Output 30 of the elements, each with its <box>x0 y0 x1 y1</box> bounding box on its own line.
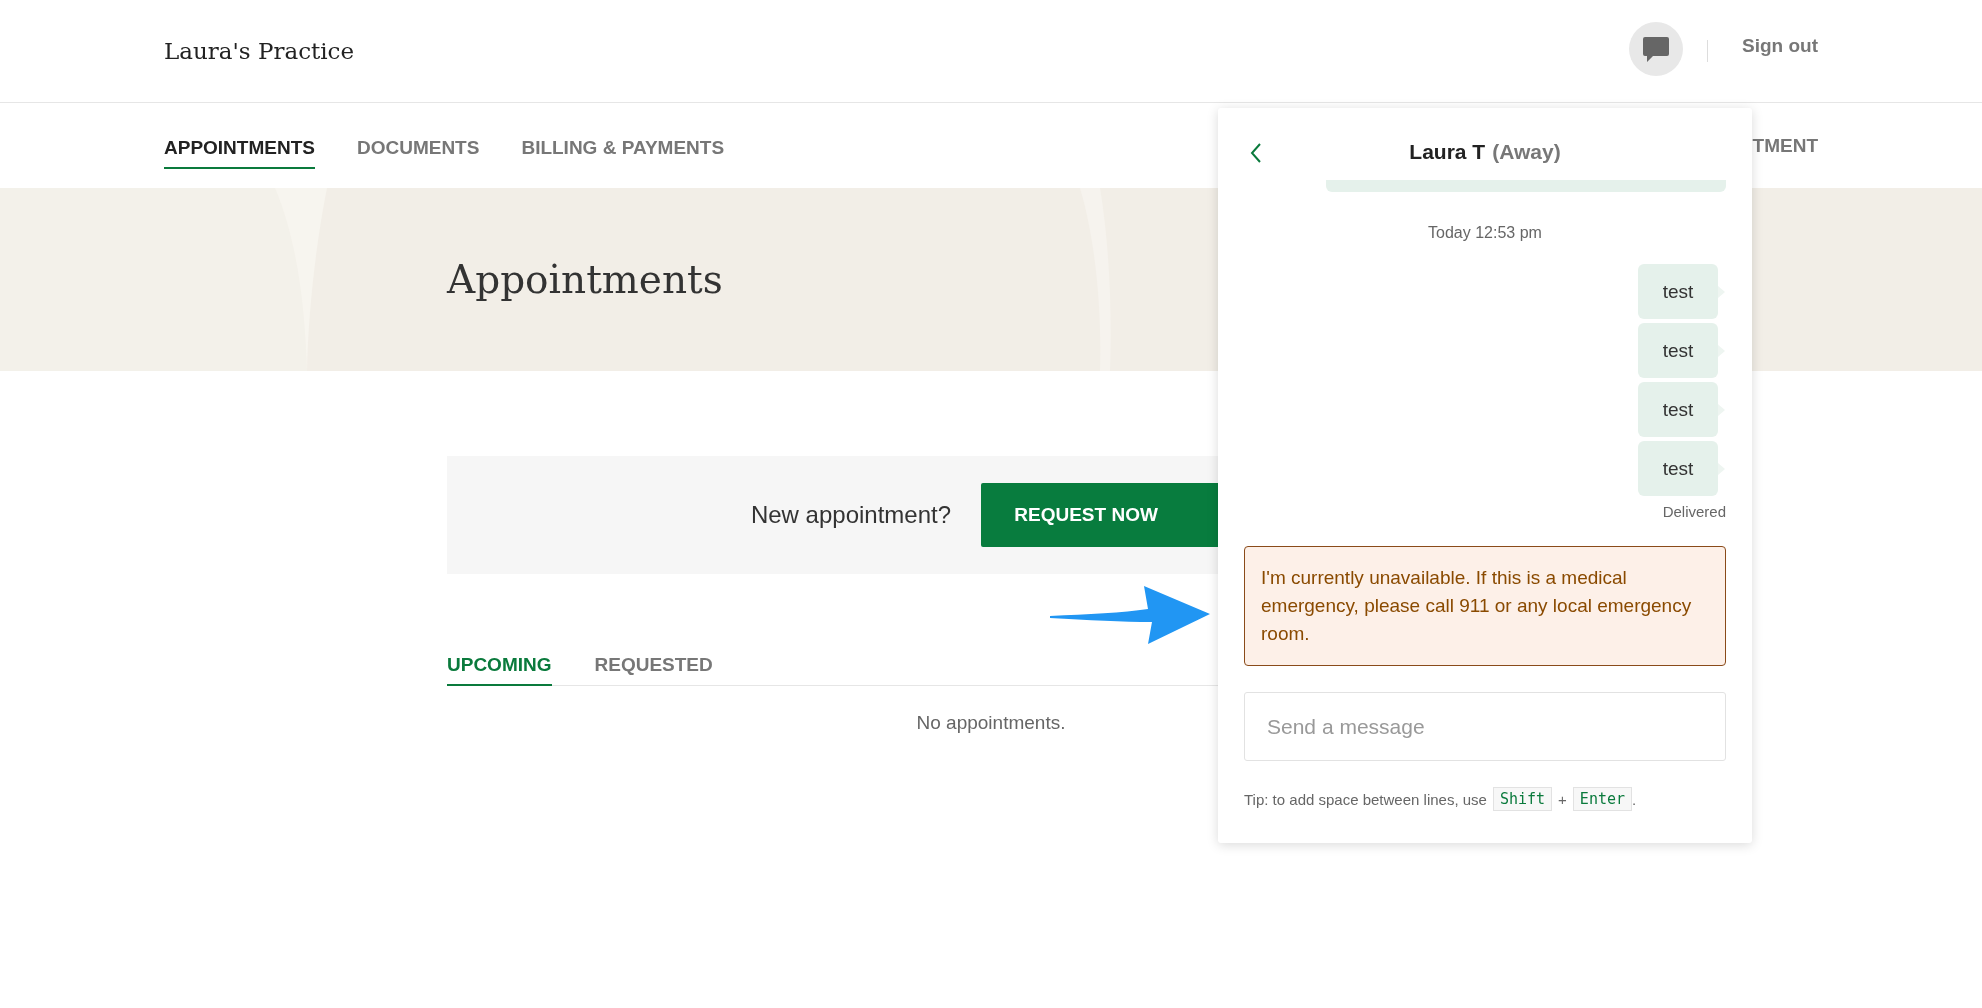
chat-button[interactable] <box>1629 22 1683 76</box>
nav-tab[interactable]: TMENT <box>1752 134 1818 157</box>
filter-tab[interactable]: UPCOMING <box>447 644 552 686</box>
practice-logo: Laura's Practice <box>164 38 355 64</box>
bubble-tail <box>1718 286 1726 298</box>
delivery-status: Delivered <box>1661 503 1726 520</box>
page-title: Appointments <box>447 257 723 302</box>
bubble-tail <box>1718 345 1726 357</box>
key-hint: Shift <box>1492 787 1553 811</box>
plus-sign: + <box>1558 790 1567 808</box>
tip-text: Tip: to add space between lines, use <box>1244 790 1487 808</box>
message-input[interactable]: Send a message <box>1244 692 1726 761</box>
back-button[interactable] <box>1250 143 1262 163</box>
bubble-tail <box>1718 404 1726 416</box>
contact-status: (Away) <box>1492 140 1561 164</box>
contact-name: Laura T <box>1409 140 1486 164</box>
message-timestamp: Today 12:53 pm <box>1427 224 1543 242</box>
speech-bubble-icon <box>1642 35 1670 63</box>
tip-period: . <box>1632 790 1637 808</box>
nav-tab[interactable]: APPOINTMENTS <box>164 126 315 169</box>
empty-message: No appointments. <box>916 712 1066 734</box>
nav-tab[interactable]: DOCUMENTS <box>356 126 480 169</box>
new-appointment-prompt: New appointment? <box>750 501 952 529</box>
away-alert: I'm currently unavailable. If this is a medical emergency, please call 911 or any local emergency room. <box>1244 546 1726 666</box>
filter-tab[interactable]: REQUESTED <box>594 644 713 686</box>
sign-out-link[interactable]: Sign out <box>1742 35 1818 57</box>
chevron-left-icon <box>1250 143 1262 163</box>
nav-tab[interactable]: BILLING & PAYMENTS <box>521 126 725 169</box>
bubble-tail <box>1718 463 1726 475</box>
key-hint: Enter <box>1572 787 1632 811</box>
